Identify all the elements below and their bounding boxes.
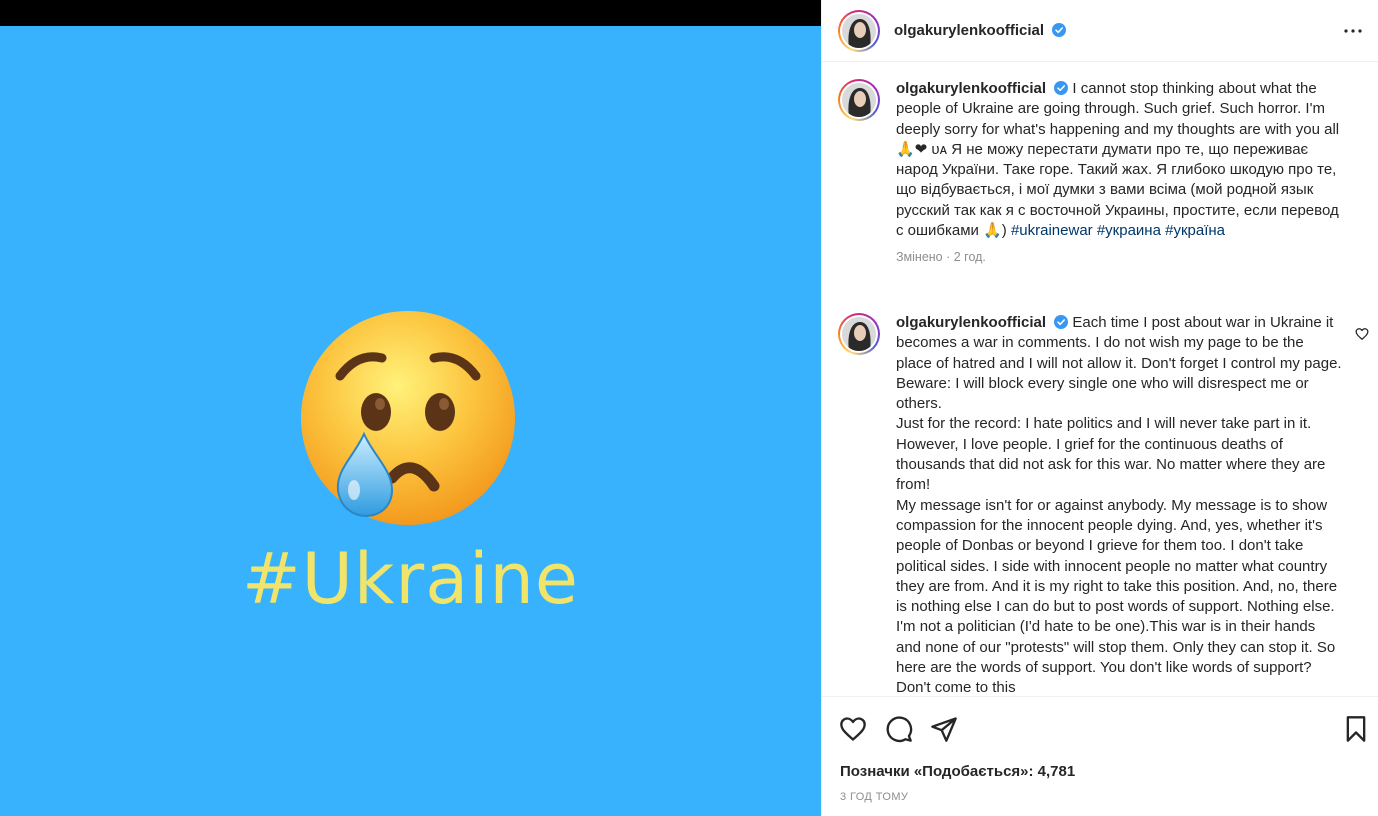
hashtag-link[interactable]: #україна bbox=[1165, 222, 1225, 239]
likes-count[interactable]: Позначки «Подобається»: 4,781 bbox=[840, 763, 1075, 780]
verified-badge-icon bbox=[1054, 81, 1069, 95]
verified-badge-icon bbox=[1054, 315, 1069, 329]
post-image[interactable]: #Ukraine bbox=[0, 26, 821, 816]
post-sidebar: olgakurylenkoofficial olgakurylenkooffic… bbox=[821, 0, 1378, 816]
profile-photo-icon bbox=[842, 83, 876, 117]
instagram-post: #Ukraine olgakurylenkoofficial olgakuryl… bbox=[0, 0, 1378, 816]
heart-outline-small-icon[interactable] bbox=[1355, 327, 1369, 341]
post-timestamp[interactable]: 3 ГОД ТОМУ bbox=[840, 791, 908, 803]
post-caption: olgakurylenkoofficial I cannot stop thin… bbox=[838, 79, 1358, 268]
more-options-icon[interactable] bbox=[1341, 19, 1365, 43]
caption-body: olgakurylenkoofficial I cannot stop thin… bbox=[896, 79, 1342, 268]
ukraine-hashtag-graphic: #Ukraine bbox=[242, 538, 579, 620]
caption-edited-time: Змінено · 2 год. bbox=[896, 250, 986, 265]
post-header: olgakurylenkoofficial bbox=[822, 0, 1378, 62]
post-actions: Позначки «Подобається»: 4,781 3 ГОД ТОМУ bbox=[822, 696, 1378, 816]
comments-section[interactable]: olgakurylenkoofficial I cannot stop thin… bbox=[822, 63, 1378, 695]
caption-avatar[interactable] bbox=[838, 79, 880, 121]
comment-username[interactable]: olgakurylenkoofficial bbox=[896, 314, 1046, 331]
hashtag-link[interactable]: #украина bbox=[1097, 222, 1161, 239]
caption-text: I cannot stop thinking about what the pe… bbox=[896, 80, 1340, 240]
author-username[interactable]: olgakurylenkoofficial bbox=[894, 22, 1067, 39]
verified-badge-icon bbox=[1052, 23, 1067, 37]
hashtag-link[interactable]: #ukrainewar bbox=[1011, 222, 1093, 239]
comment-item: olgakurylenkoofficial Each time I post a… bbox=[838, 313, 1358, 695]
crying-face-emoji-icon bbox=[301, 311, 515, 525]
caption-username[interactable]: olgakurylenkoofficial bbox=[896, 80, 1046, 97]
heart-icon[interactable] bbox=[839, 715, 867, 743]
comment-avatar[interactable] bbox=[838, 313, 880, 355]
comment-icon[interactable] bbox=[885, 715, 913, 743]
author-avatar[interactable] bbox=[838, 9, 880, 52]
bookmark-icon[interactable] bbox=[1342, 715, 1370, 743]
profile-photo-icon bbox=[842, 317, 876, 351]
comment-text: Each time I post about war in Ukraine it… bbox=[896, 314, 1342, 695]
profile-photo-icon bbox=[842, 13, 876, 48]
comment-body: olgakurylenkoofficial Each time I post a… bbox=[896, 313, 1342, 695]
share-icon[interactable] bbox=[930, 715, 958, 743]
post-media: #Ukraine bbox=[0, 0, 821, 816]
